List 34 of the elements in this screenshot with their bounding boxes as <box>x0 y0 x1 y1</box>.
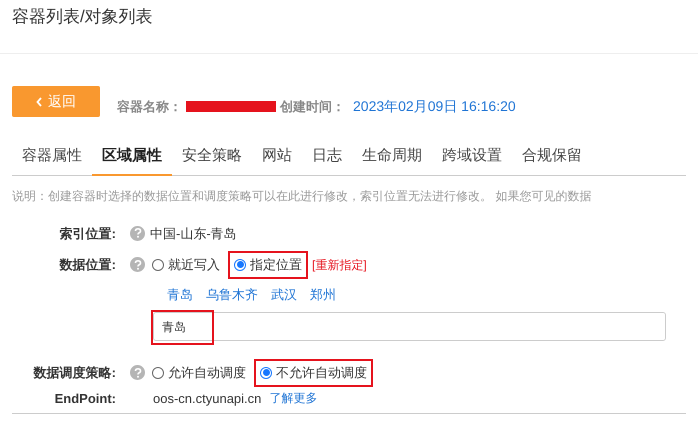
endpoint-value: oos-cn.ctyunapi.cn <box>153 390 262 408</box>
radio-option[interactable]: 指定位置 <box>228 251 308 278</box>
index-location-value: 中国-山东-青岛 <box>150 224 237 242</box>
info-value: 2023年02月09日 16:16:20 <box>353 97 516 116</box>
region-link[interactable]: 青岛 <box>167 284 193 304</box>
region-link[interactable]: 武汉 <box>271 284 297 304</box>
field-label: 数据调度策略: <box>32 364 117 382</box>
tab[interactable]: 容器属性 <box>12 145 92 176</box>
page-title: 容器列表/对象列表 <box>12 7 153 26</box>
learn-more-link[interactable]: 了解更多 <box>269 389 318 408</box>
region-link[interactable]: 乌鲁木齐 <box>206 284 258 304</box>
info-label: 创建时间： <box>280 98 345 116</box>
tab[interactable]: 安全策略 <box>172 145 252 176</box>
reassign-link[interactable]: [重新指定] <box>312 256 367 274</box>
region-input[interactable]: 青岛 <box>153 312 666 341</box>
help-icon <box>130 257 145 272</box>
field-label: 索引位置: <box>58 224 117 242</box>
radio-option[interactable]: 不允许自动调度 <box>254 359 373 386</box>
tab[interactable]: 生命周期 <box>352 145 432 176</box>
field-label: EndPoint: <box>54 390 117 408</box>
tab[interactable]: 合规保留 <box>512 145 592 176</box>
region-link[interactable]: 郑州 <box>310 284 336 304</box>
tab[interactable]: 区域属性 <box>92 145 172 176</box>
radio-option[interactable]: 就近写入 <box>146 251 226 278</box>
chevron-left-icon <box>36 96 42 106</box>
help-icon <box>130 226 145 241</box>
tab[interactable]: 网站 <box>252 145 302 176</box>
radio-option[interactable]: 允许自动调度 <box>146 359 252 386</box>
info-label: 容器名称： <box>117 98 182 116</box>
tab[interactable]: 日志 <box>302 145 352 176</box>
tab[interactable]: 跨域设置 <box>432 145 512 176</box>
help-icon <box>130 365 145 380</box>
field-label: 数据位置: <box>58 256 117 274</box>
description-text: 说明：创建容器时选择的数据位置和调度策略可以在此进行修改，索引位置无法进行修改。 如果您可见的数据 <box>11 188 592 204</box>
